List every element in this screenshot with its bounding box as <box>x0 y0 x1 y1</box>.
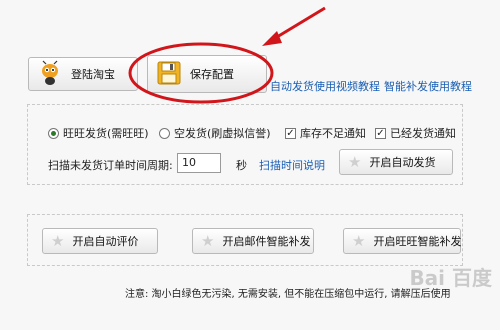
radio-virtual-label: 空发货(刷虚拟信誉) <box>174 127 271 140</box>
auto-review-button[interactable]: ★ 开启自动评价 <box>42 228 158 254</box>
scan-period-unit: 秒 <box>236 159 247 172</box>
login-taobao-label: 登陆淘宝 <box>71 68 115 81</box>
save-config-label: 保存配置 <box>190 68 234 81</box>
radio-button-selected[interactable] <box>48 127 59 139</box>
checkbox-checked[interactable]: ✓ <box>285 127 296 139</box>
auto-ship-video-tutorial-link[interactable]: 自动发货使用视频教程 <box>270 78 380 94</box>
radio-button[interactable] <box>159 127 170 139</box>
email-smart-resend-button[interactable]: ★ 开启邮件智能补发 <box>192 228 314 254</box>
baidu-watermark: Bai 百度 <box>409 266 492 290</box>
email-smart-resend-label: 开启邮件智能补发 <box>222 235 311 248</box>
star-icon: ★ <box>352 231 366 250</box>
start-auto-ship-label: 开启自动发货 <box>369 156 436 169</box>
checkbox-shipped-label: 已经发货通知 <box>390 127 456 140</box>
checkbox-shipped-notify[interactable]: ✓ 已经发货通知 <box>375 125 456 141</box>
checkbox-stock-notify[interactable]: ✓ 库存不足通知 <box>285 125 366 141</box>
scan-period-label: 扫描未发货订单时间周期: <box>48 159 173 172</box>
radio-virtual-ship[interactable]: 空发货(刷虚拟信誉) <box>159 125 271 141</box>
radio-wangwang-ship[interactable]: 旺旺发货(需旺旺) <box>48 125 149 141</box>
smart-resend-tutorial-link[interactable]: 智能补发使用教程 <box>384 78 472 94</box>
save-config-button[interactable]: 保存配置 <box>147 55 267 93</box>
wangwang-smart-resend-label: 开启旺旺智能补发 <box>373 235 462 248</box>
wangwang-smart-resend-button[interactable]: ★ 开启旺旺智能补发 <box>343 228 461 254</box>
star-icon: ★ <box>348 152 362 171</box>
radio-wangwang-label: 旺旺发货(需旺旺) <box>63 127 149 140</box>
login-taobao-button[interactable]: 登陆淘宝 <box>28 57 138 91</box>
checkbox-stock-label: 库存不足通知 <box>300 127 366 140</box>
footer-note: 注意: 淘小白绿色无污染, 无需安装, 但不能在压缩包中运行, 请解压后使用 <box>125 289 451 300</box>
floppy-disk-icon <box>156 60 182 89</box>
checkbox-checked[interactable]: ✓ <box>375 127 386 139</box>
ant-mascot-icon <box>37 60 63 89</box>
star-icon: ★ <box>51 231 65 250</box>
scan-period-input[interactable]: 10 <box>177 153 221 173</box>
start-auto-ship-button[interactable]: ★ 开启自动发货 <box>339 149 453 175</box>
scan-time-help-link[interactable]: 扫描时间说明 <box>259 157 325 173</box>
star-icon: ★ <box>201 231 215 250</box>
auto-review-label: 开启自动评价 <box>72 235 139 248</box>
